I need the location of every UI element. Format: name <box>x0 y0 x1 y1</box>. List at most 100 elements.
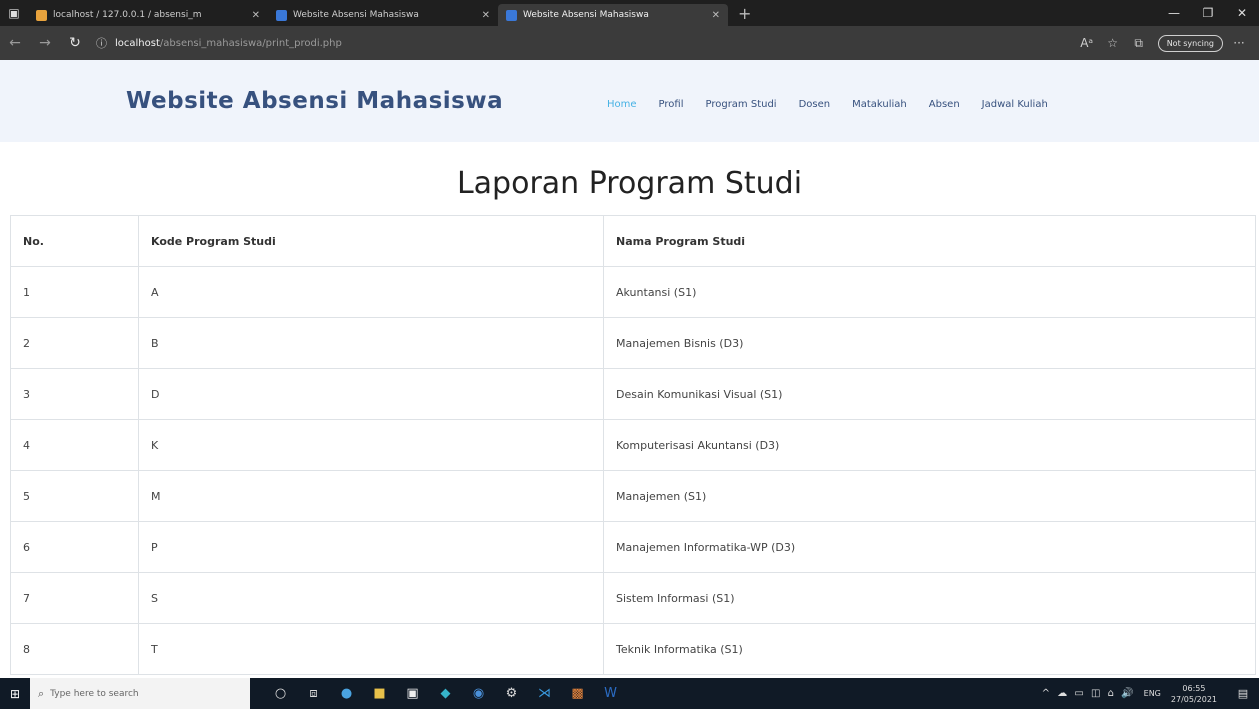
tab-favicon-icon <box>506 9 517 21</box>
clock-date: 27/05/2021 <box>1170 694 1217 704</box>
table-header-row: No. Kode Program Studi Nama Program Stud… <box>10 215 1256 267</box>
notifications-icon[interactable]: ▤ <box>1231 687 1255 700</box>
table-row: 2 B Manajemen Bisnis (D3) <box>10 317 1256 369</box>
cell-no: 1 <box>10 266 139 318</box>
browser-tab[interactable]: Website Absensi Mahasiswa ✕ <box>498 4 728 26</box>
forward-arrow-icon[interactable]: → <box>30 35 60 51</box>
column-header-kode: Kode Program Studi <box>138 215 604 267</box>
store-icon[interactable]: ▣ <box>396 686 429 701</box>
cell-nama: Desain Komunikasi Visual (S1) <box>603 368 1256 420</box>
search-icon: ⌕ <box>38 686 45 700</box>
cell-kode: S <box>138 572 604 624</box>
url-field[interactable]: ⓘ localhost /absensi_mahasiswa/print_pro… <box>96 31 1074 55</box>
nav-item-matakuliah[interactable]: Matakuliah <box>852 99 907 110</box>
close-tab-icon[interactable]: ✕ <box>252 10 260 21</box>
nav-item-profil[interactable]: Profil <box>659 99 684 110</box>
task-view-icon[interactable]: ⧈ <box>297 686 330 701</box>
reload-icon[interactable]: ↻ <box>60 35 90 51</box>
close-window-icon[interactable]: ✕ <box>1225 0 1259 26</box>
tray-icons[interactable]: ^ ☁ ▭ ◫ ⌂ 🔊 <box>1042 688 1136 699</box>
windows-start-icon[interactable]: ⊞ <box>0 687 30 701</box>
edge-chromium-icon[interactable]: ◆ <box>429 686 462 701</box>
nav-item-dosen[interactable]: Dosen <box>799 99 831 110</box>
cell-no: 3 <box>10 368 139 420</box>
language-indicator[interactable]: ENG <box>1144 689 1161 698</box>
cell-kode: K <box>138 419 604 471</box>
browser-tab-bar: ▣ localhost / 127.0.0.1 / absensi_m ✕ Webs… <box>0 0 1259 26</box>
search-placeholder: Type here to search <box>50 688 139 699</box>
nav-item-absen[interactable]: Absen <box>929 99 960 110</box>
xampp-icon[interactable]: ▩ <box>561 686 594 701</box>
close-tab-icon[interactable]: ✕ <box>482 10 490 21</box>
cell-nama: Manajemen Bisnis (D3) <box>603 317 1256 369</box>
edge-app-icon[interactable]: ● <box>330 686 363 701</box>
back-arrow-icon[interactable]: ← <box>0 35 30 51</box>
chrome-icon[interactable]: ◉ <box>462 686 495 701</box>
word-icon[interactable]: W <box>594 686 627 701</box>
program-studi-table: No. Kode Program Studi Nama Program Stud… <box>10 215 1256 675</box>
cell-no: 8 <box>10 623 139 675</box>
collections-icon[interactable]: ⧉ <box>1126 36 1152 51</box>
url-path: /absensi_mahasiswa/print_prodi.php <box>159 37 342 49</box>
more-menu-icon[interactable]: ··· <box>1229 36 1249 50</box>
cell-nama: Manajemen (S1) <box>603 470 1256 522</box>
table-row: 5 M Manajemen (S1) <box>10 470 1256 522</box>
nav-item-home[interactable]: Home <box>607 99 637 110</box>
table-row: 7 S Sistem Informasi (S1) <box>10 572 1256 624</box>
nav-item-program-studi[interactable]: Program Studi <box>705 99 776 110</box>
tab-strip: localhost / 127.0.0.1 / absensi_m ✕ Websit… <box>28 0 728 26</box>
reading-view-icon[interactable]: Aᵃ <box>1074 36 1100 50</box>
cell-nama: Teknik Informatika (S1) <box>603 623 1256 675</box>
cell-kode: M <box>138 470 604 522</box>
table-row: 3 D Desain Komunikasi Visual (S1) <box>10 368 1256 420</box>
cell-no: 4 <box>10 419 139 471</box>
cell-kode: A <box>138 266 604 318</box>
settings-gear-icon[interactable]: ⚙ <box>495 686 528 701</box>
window-controls: — ❐ ✕ <box>1157 0 1259 26</box>
browser-menu-icon[interactable]: ▣ <box>0 0 28 26</box>
browser-tab[interactable]: Website Absensi Mahasiswa ✕ <box>268 4 498 26</box>
tab-title: localhost / 127.0.0.1 / absensi_m <box>53 10 202 20</box>
page-title: Laporan Program Studi <box>456 166 803 201</box>
taskbar-search-input[interactable]: ⌕ Type here to search <box>30 678 250 709</box>
system-tray: ^ ☁ ▭ ◫ ⌂ 🔊 ENG 06:55 27/05/2021 ▤ <box>1042 683 1259 705</box>
address-bar-actions: Aᵃ ☆ ⧉ Not syncing ··· <box>1074 34 1249 52</box>
cell-kode: P <box>138 521 604 573</box>
table-row: 4 K Komputerisasi Akuntansi (D3) <box>10 419 1256 471</box>
vscode-icon[interactable]: ⋊ <box>528 686 561 701</box>
tab-title: Website Absensi Mahasiswa <box>523 10 649 20</box>
cell-no: 2 <box>10 317 139 369</box>
taskbar-apps: ○ ⧈ ● ■ ▣ ◆ ◉ ⚙ ⋊ ▩ W <box>264 686 627 701</box>
cortana-icon[interactable]: ○ <box>264 686 297 701</box>
maximize-icon[interactable]: ❐ <box>1191 0 1225 26</box>
cell-kode: B <box>138 317 604 369</box>
table-row: 8 T Teknik Informatika (S1) <box>10 623 1256 675</box>
clock-time: 06:55 <box>1182 683 1206 693</box>
cell-no: 6 <box>10 521 139 573</box>
info-icon[interactable]: ⓘ <box>96 35 107 51</box>
system-clock[interactable]: 06:55 27/05/2021 <box>1171 683 1217 705</box>
main-nav: Home Profil Program Studi Dosen Matakuliah Ab… <box>607 99 1070 110</box>
tab-favicon-icon <box>276 9 287 21</box>
cell-kode: D <box>138 368 604 420</box>
nav-item-jadwal-kuliah[interactable]: Jadwal Kuliah <box>982 99 1048 110</box>
cell-no: 7 <box>10 572 139 624</box>
close-tab-icon[interactable]: ✕ <box>712 10 720 21</box>
browser-tab[interactable]: localhost / 127.0.0.1 / absensi_m ✕ <box>28 4 268 26</box>
minimize-icon[interactable]: — <box>1157 0 1191 26</box>
cell-nama: Akuntansi (S1) <box>603 266 1256 318</box>
tab-title: Website Absensi Mahasiswa <box>293 10 419 20</box>
sync-button[interactable]: Not syncing <box>1157 34 1223 52</box>
file-explorer-icon[interactable]: ■ <box>363 686 396 701</box>
site-header: Website Absensi Mahasiswa Home Profil Prog… <box>0 60 1259 142</box>
cell-nama: Komputerisasi Akuntansi (D3) <box>603 419 1256 471</box>
new-tab-button[interactable]: + <box>728 4 761 23</box>
tab-favicon-icon <box>36 9 47 21</box>
site-brand[interactable]: Website Absensi Mahasiswa <box>126 88 503 114</box>
os-taskbar: ⊞ ⌕ Type here to search ○ ⧈ ● ■ ▣ ◆ ◉ ⚙ … <box>0 678 1259 709</box>
cell-no: 5 <box>10 470 139 522</box>
column-header-no: No. <box>10 215 139 267</box>
favorite-star-icon[interactable]: ☆ <box>1100 36 1126 50</box>
cell-nama: Manajemen Informatika-WP (D3) <box>603 521 1256 573</box>
cell-kode: T <box>138 623 604 675</box>
